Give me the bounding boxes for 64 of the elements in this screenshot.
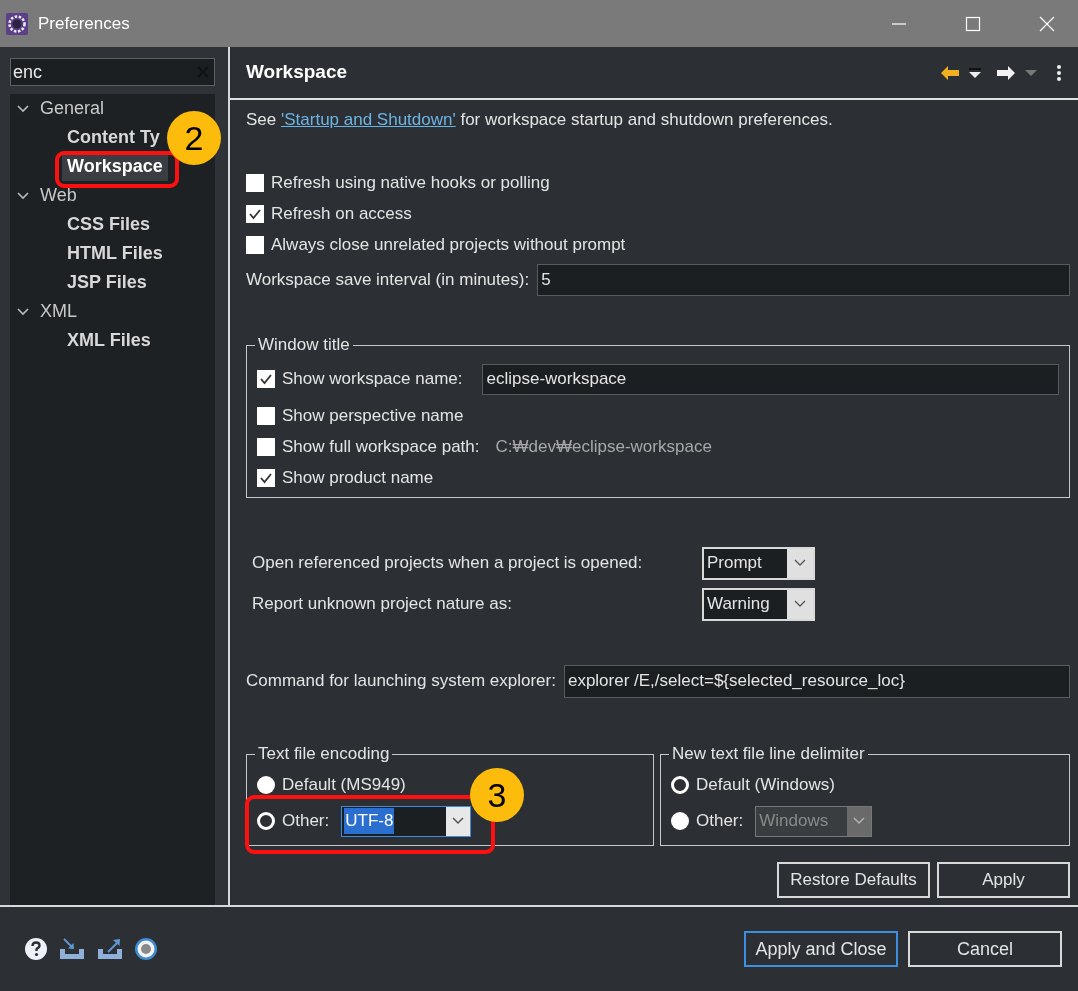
checkbox[interactable] [246, 235, 264, 254]
chevron-down-icon [794, 600, 806, 608]
checkbox-label: Refresh using native hooks or polling [271, 171, 550, 194]
combo-label: Report unknown project nature as: [252, 593, 513, 616]
checkbox-label: Show product name [282, 466, 434, 489]
radio-label: Other: [696, 810, 744, 833]
dialog-button[interactable]: Apply and Close [744, 931, 898, 967]
page-button[interactable]: Apply [937, 862, 1070, 898]
app-icon [6, 12, 28, 35]
radio-button[interactable] [671, 776, 689, 794]
radio-label: Default (MS949) [282, 774, 406, 797]
tree-item[interactable]: HTML Files [62, 239, 168, 268]
chevron-down-icon [853, 817, 866, 825]
input-field[interactable]: explorer /E,/select=${selected_resource_loc} [563, 664, 1070, 698]
radio-button[interactable] [257, 812, 275, 830]
window-title: Preferences [38, 12, 130, 35]
checkbox-label: Show perspective name [282, 404, 464, 427]
combo-label: Open referenced projects when a project is opened: [252, 552, 644, 575]
chevron-down-icon [452, 817, 465, 825]
tree-item[interactable]: JSP Files [62, 268, 152, 297]
checkbox[interactable] [257, 370, 275, 388]
checkbox-label: Refresh on access [271, 202, 412, 225]
radio-button[interactable] [671, 812, 689, 830]
back-arrow-icon[interactable] [940, 64, 960, 81]
dropdown[interactable]: Warning [702, 587, 815, 621]
callout-badge: 3 [470, 768, 524, 822]
tree-item[interactable]: XML Files [62, 326, 156, 355]
dropdown[interactable]: Prompt [702, 546, 815, 580]
page-button[interactable]: Restore Defaults [777, 862, 930, 898]
tree-item[interactable]: Content Ty [62, 123, 165, 152]
tree-item[interactable]: Web [40, 182, 77, 209]
filter-field[interactable]: enc [10, 58, 215, 86]
export-icon[interactable] [96, 937, 124, 961]
forward-arrow-icon[interactable] [996, 64, 1016, 81]
help-icon[interactable] [24, 937, 48, 961]
more-menu-icon[interactable] [1056, 63, 1062, 82]
checkbox[interactable] [246, 173, 264, 192]
input-field[interactable]: eclipse-workspace [482, 363, 1059, 395]
checkbox[interactable] [257, 437, 275, 456]
checkbox[interactable] [257, 468, 275, 487]
record-icon[interactable] [134, 937, 158, 961]
tree-item[interactable]: General [40, 95, 105, 122]
checkbox-label: Always close unrelated projects without prompt [271, 233, 626, 256]
radio-label: Other: [282, 810, 330, 833]
checkbox[interactable] [246, 204, 264, 223]
tree-item[interactable]: CSS Files [62, 210, 156, 239]
page-title: Workspace [246, 60, 348, 85]
startup-link[interactable]: 'Startup and Shutdown' [281, 110, 456, 130]
field-label: Command for launching system explorer: [246, 670, 556, 693]
checkbox-label: Show full workspace path: [282, 435, 480, 458]
input-field[interactable]: 5 [537, 264, 1070, 296]
dropdown-icon[interactable] [968, 66, 982, 79]
import-icon[interactable] [58, 937, 86, 961]
path-text: C:₩dev₩eclipse-workspace [495, 435, 712, 458]
chevron-down-icon [794, 559, 806, 567]
field-label: Workspace save interval (in minutes): [246, 269, 530, 292]
tree-item[interactable]: XML [40, 298, 77, 325]
radio-label: Default (Windows) [696, 774, 835, 797]
intro-text: See 'Startup and Shutdown' for workspace startup and shutdown preferences. [246, 109, 833, 132]
radio-button[interactable] [257, 776, 275, 794]
dropdown[interactable]: UTF-8 [341, 805, 472, 837]
checkbox-label: Show workspace name: [282, 368, 463, 391]
checkbox[interactable] [257, 406, 275, 425]
dialog-button[interactable]: Cancel [908, 931, 1062, 967]
